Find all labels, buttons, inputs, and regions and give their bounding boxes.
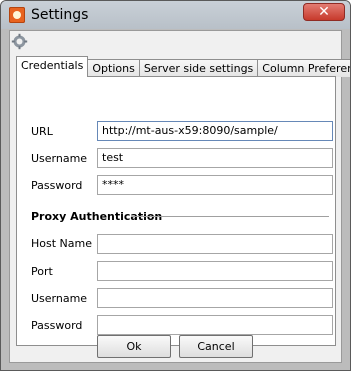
proxy-password-input[interactable] xyxy=(97,315,333,335)
cancel-button[interactable]: Cancel xyxy=(179,335,253,358)
dialog-body: Credentials Options Server side settings… xyxy=(9,30,350,363)
settings-app-icon xyxy=(9,7,25,23)
tab-strip: Credentials Options Server side settings… xyxy=(16,56,350,77)
proxy-host-input[interactable] xyxy=(97,234,333,254)
url-label: URL xyxy=(31,125,53,138)
proxy-port-label: Port xyxy=(31,265,53,278)
tab-server-side-settings[interactable]: Server side settings xyxy=(138,59,259,77)
gear-icon[interactable] xyxy=(11,33,28,50)
window-title: Settings xyxy=(31,7,89,23)
tab-credentials[interactable]: Credentials xyxy=(16,56,89,77)
username-label: Username xyxy=(31,152,88,165)
title-bar[interactable]: Settings ✕ xyxy=(1,1,350,29)
proxy-username-input[interactable] xyxy=(97,288,333,308)
proxy-port-input[interactable] xyxy=(97,261,333,281)
username-input[interactable]: test xyxy=(97,148,333,168)
close-button[interactable]: ✕ xyxy=(303,3,345,21)
tab-options[interactable]: Options xyxy=(87,59,140,77)
credentials-panel: URL http://mt-aus-x59:8090/sample/ Usern… xyxy=(16,76,336,346)
password-label: Password xyxy=(31,179,83,192)
proxy-password-label: Password xyxy=(31,319,83,332)
url-input[interactable]: http://mt-aus-x59:8090/sample/ xyxy=(97,121,333,141)
settings-window: Settings ✕ Credentials Options Server si… xyxy=(0,0,351,371)
ok-button[interactable]: Ok xyxy=(97,335,171,358)
password-input[interactable]: **** xyxy=(97,175,333,195)
proxy-section-divider xyxy=(132,216,329,217)
tab-column-preferences[interactable]: Column Preferences xyxy=(257,59,350,77)
proxy-username-label: Username xyxy=(31,292,88,305)
proxy-host-label: Host Name xyxy=(31,237,92,250)
